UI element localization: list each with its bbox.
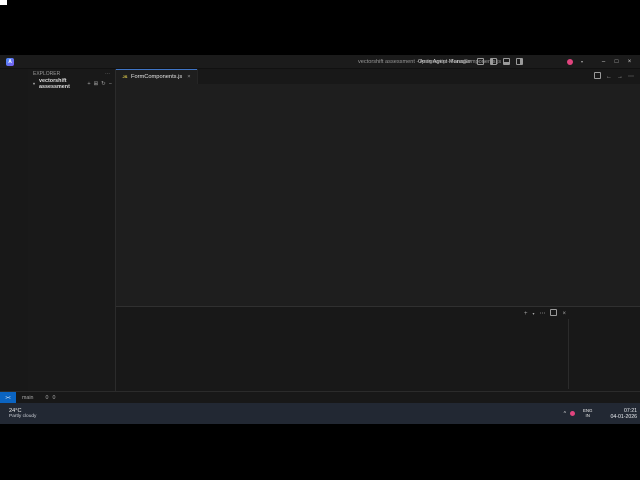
explorer-actions: + ⊞ ↻ −: [87, 81, 115, 87]
maximize-button[interactable]: □: [610, 59, 623, 65]
tray-chevron-icon[interactable]: ^: [564, 411, 566, 417]
activity-bar: [0, 69, 28, 391]
split-terminal-icon[interactable]: [550, 309, 558, 318]
chevron-down-icon[interactable]: ▾: [578, 58, 586, 66]
editor-group: JS FormComponents.js × ← → ⋯ + ▾ ⋯ ×: [116, 69, 640, 391]
new-terminal-icon[interactable]: +: [524, 311, 528, 317]
share-icon[interactable]: [541, 58, 549, 66]
clock[interactable]: 07:21 04-01-2026: [610, 408, 637, 420]
editor-more-icon[interactable]: ⋯: [628, 73, 634, 80]
app-logo-icon[interactable]: A: [6, 57, 14, 66]
bottom-panel: + ▾ ⋯ ×: [116, 306, 640, 391]
title-bar: A vectorshift assessment - Antigravity -…: [0, 55, 640, 69]
main-area: EXPLORER ⋯ ▾ vectorshift assessment + ⊞ …: [0, 69, 640, 391]
window-controls: – □ ×: [597, 59, 636, 65]
split-editor-icon[interactable]: [594, 72, 601, 81]
new-file-icon[interactable]: +: [87, 81, 90, 87]
terminal-dropdown-icon[interactable]: ▾: [532, 311, 534, 316]
video-artifact-dot: [0, 0, 7, 5]
git-branch-item[interactable]: main: [16, 395, 39, 401]
titlebar-search-icon[interactable]: [528, 58, 536, 66]
problems-item[interactable]: 0 0: [39, 395, 59, 401]
tray-pink-icon[interactable]: [569, 411, 575, 416]
terminal-more-icon[interactable]: ⋯: [539, 310, 545, 317]
tab-close-icon[interactable]: ×: [187, 74, 190, 80]
file-tree: [28, 88, 115, 391]
breadcrumb[interactable]: [116, 84, 640, 92]
close-button[interactable]: ×: [623, 59, 636, 65]
toggle-secondary-sidebar-icon[interactable]: [515, 58, 523, 66]
new-folder-icon[interactable]: ⊞: [94, 81, 99, 87]
tab-formcomponents[interactable]: JS FormComponents.js ×: [116, 69, 198, 84]
editor-tab-bar: JS FormComponents.js × ← → ⋯: [116, 69, 640, 84]
remote-indicator[interactable]: ><: [0, 392, 16, 403]
minimize-button[interactable]: –: [597, 59, 610, 65]
windows-taskbar: 24°C Partly cloudy ^ ENG IN 07:21 04-01-202…: [0, 403, 640, 424]
terminal-list: [568, 319, 639, 389]
code-editor[interactable]: [116, 92, 640, 306]
navigate-forward-icon[interactable]: →: [617, 74, 623, 80]
settings-icon[interactable]: [554, 58, 562, 66]
language-indicator[interactable]: ENG IN: [583, 408, 593, 419]
terminal-output[interactable]: [116, 318, 640, 391]
account-avatar[interactable]: [567, 58, 573, 65]
toggle-panel-icon[interactable]: [502, 58, 510, 66]
weather-widget[interactable]: 24°C Partly cloudy: [0, 408, 36, 419]
refresh-icon[interactable]: ↻: [101, 81, 106, 87]
workspace-root[interactable]: ▾ vectorshift assessment + ⊞ ↻ −: [28, 78, 115, 90]
window-title: vectorshift assessment - Antigravity - F…: [358, 58, 501, 65]
kill-terminal-icon[interactable]: ×: [562, 311, 566, 317]
sidebar-more-icon[interactable]: ⋯: [105, 71, 110, 77]
sidebar-title: EXPLORER: [33, 71, 61, 77]
status-bar: >< main 0 0: [0, 391, 640, 403]
explorer-sidebar: EXPLORER ⋯ ▾ vectorshift assessment + ⊞ …: [28, 69, 116, 391]
collapse-all-icon[interactable]: −: [109, 81, 112, 87]
js-file-icon: JS: [122, 74, 128, 79]
system-tray: ^ ENG IN 07:21 04-01-2026: [564, 403, 637, 424]
editor-toolbar: ← → ⋯: [594, 69, 640, 84]
navigate-back-icon[interactable]: ←: [606, 74, 612, 80]
terminal-actions: + ▾ ⋯ ×: [524, 309, 566, 318]
antigravity-window: A vectorshift assessment - Antigravity -…: [0, 55, 640, 403]
minimap[interactable]: [599, 94, 633, 306]
